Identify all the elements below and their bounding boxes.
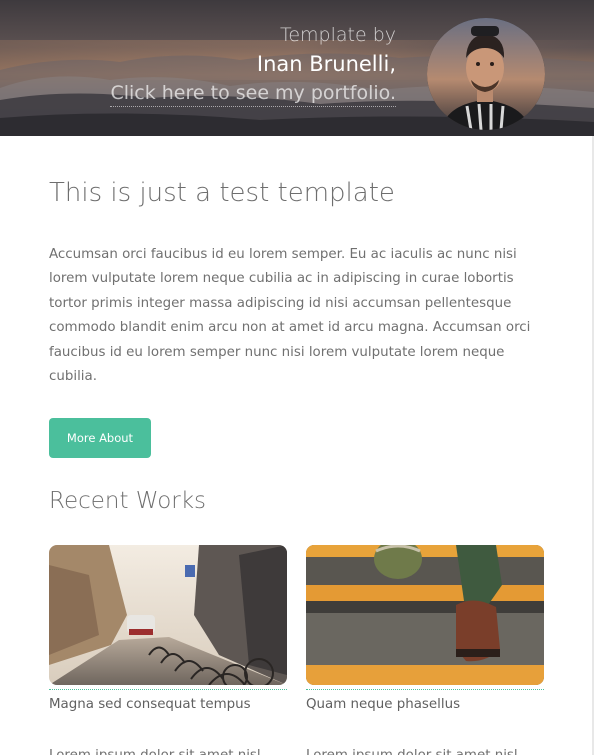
portfolio-link[interactable]: Click here to see my portfolio. xyxy=(110,80,396,107)
work-excerpt: Lorem ipsum dolor sit amet nisl xyxy=(306,746,518,755)
work-excerpt: Lorem ipsum dolor sit amet nisl xyxy=(49,746,261,755)
work-card: Quam neque phasellus xyxy=(306,545,544,715)
page: Template by Inan Brunelli, Click here to… xyxy=(0,0,594,755)
thumbnail-divider xyxy=(306,689,544,690)
header-tagline: Template by xyxy=(279,24,396,46)
header-banner: Template by Inan Brunelli, Click here to… xyxy=(0,0,594,136)
intro-paragraph: Accumsan orci faucibus id eu lorem sempe… xyxy=(49,247,531,385)
work-thumbnail-stairs[interactable] xyxy=(306,545,544,685)
work-caption: Magna sed consequat tempus xyxy=(49,697,251,712)
author-name: Inan Brunelli, xyxy=(256,52,396,76)
work-card: Magna sed consequat tempus xyxy=(49,545,287,715)
avatar-photo xyxy=(427,18,545,130)
more-about-button[interactable]: More About xyxy=(49,418,151,458)
work-thumbnail-street[interactable] xyxy=(49,545,287,685)
work-caption: Quam neque phasellus xyxy=(306,697,461,712)
header-intro: Template by Inan Brunelli, Click here to… xyxy=(36,22,396,107)
page-title: This is just a test template xyxy=(49,178,395,208)
recent-works-heading: Recent Works xyxy=(49,488,207,514)
avatar xyxy=(427,18,545,130)
thumbnail-divider xyxy=(49,689,287,690)
